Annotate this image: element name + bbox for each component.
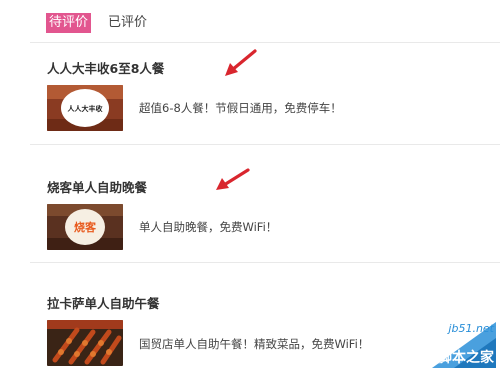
divider <box>30 42 500 43</box>
restaurant-logo-text: 烧客 <box>74 220 97 234</box>
deal-title[interactable]: 人人大丰收6至8人餐 <box>47 58 164 77</box>
watermark-logo: jb51.net 脚本之家 <box>432 322 496 368</box>
red-arrow-icon <box>216 168 250 190</box>
deal-description: 单人自助晚餐，免费WiFi！ <box>139 220 278 234</box>
restaurant-logo-text: 人人大丰收 <box>68 104 104 113</box>
tab-reviewed[interactable]: 已评价 <box>105 13 150 33</box>
food-photo-icon: 人人大丰收 <box>47 85 123 131</box>
deal-thumbnail[interactable]: 人人大丰收 <box>47 85 123 131</box>
review-tabs: 待评价 已评价 <box>46 12 150 34</box>
tab-pending-review[interactable]: 待评价 <box>46 13 92 33</box>
skewers-photo-icon <box>47 320 123 366</box>
deal-description: 超值6-8人餐！节假日通用，免费停车！ <box>139 101 342 115</box>
deal-thumbnail[interactable]: 烧客 <box>47 204 123 250</box>
deal-title[interactable]: 拉卡萨单人自助午餐 <box>47 293 160 312</box>
food-photo-icon: 烧客 <box>47 204 123 250</box>
watermark: jb51.net 脚本之家 <box>404 312 496 372</box>
watermark-site: jb51.net <box>446 322 494 335</box>
deal-thumbnail[interactable] <box>47 320 123 366</box>
divider <box>30 262 500 263</box>
red-arrow-icon <box>225 49 257 76</box>
deal-description: 国贸店单人自助午餐！精致菜品，免费WiFi！ <box>139 337 370 351</box>
deal-title[interactable]: 烧客单人自助晚餐 <box>47 177 147 196</box>
divider <box>30 144 500 145</box>
watermark-brand: 脚本之家 <box>438 349 495 366</box>
